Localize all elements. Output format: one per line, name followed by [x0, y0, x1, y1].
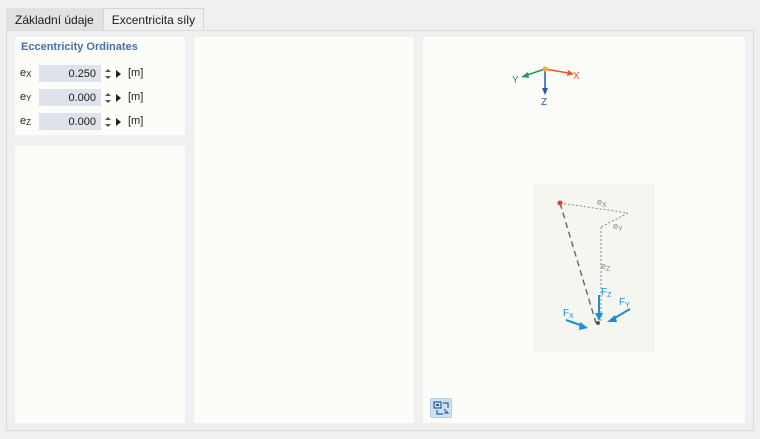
- ez-unit: [m]: [128, 115, 144, 127]
- axis-gizmo: X Y Z: [512, 66, 580, 108]
- ez-menu-arrow-icon[interactable]: [116, 118, 121, 126]
- force-point: [557, 200, 563, 206]
- ez-input[interactable]: 0.000: [39, 113, 101, 130]
- preview-panel: X Y Z eX eY eZ FZ FY FX: [423, 37, 745, 423]
- ey-row: eY 0.000 [m]: [15, 88, 183, 108]
- tab-bar: Základní údaje Excentricita síly: [6, 8, 205, 30]
- middle-panel: [194, 37, 414, 423]
- eccentricity-title: Eccentricity Ordinates: [21, 41, 138, 53]
- view-options-icon: [433, 401, 450, 415]
- ez-spinner[interactable]: [104, 114, 112, 130]
- spin-down-icon[interactable]: [105, 76, 111, 79]
- ey-spinner[interactable]: [104, 90, 112, 106]
- preview-backdrop: [533, 184, 655, 352]
- reference-point: [596, 321, 600, 325]
- axis-y-label: Y: [512, 75, 519, 86]
- tab-basic-data[interactable]: Základní údaje: [6, 8, 103, 30]
- ex-spinner[interactable]: [104, 66, 112, 82]
- axis-z-label: Z: [541, 97, 547, 108]
- ez-label: eZ: [20, 115, 32, 127]
- preview-canvas: X Y Z eX eY eZ FZ FY FX: [512, 66, 655, 352]
- spin-down-icon[interactable]: [105, 100, 111, 103]
- left-empty-panel: [15, 146, 185, 423]
- ex-unit: [m]: [128, 67, 144, 79]
- ex-label: eX: [20, 67, 32, 79]
- tab-content: Eccentricity Ordinates eX 0.250 [m] eY 0…: [6, 30, 754, 431]
- ey-input[interactable]: 0.000: [39, 89, 101, 106]
- spin-up-icon[interactable]: [105, 117, 111, 120]
- ex-menu-arrow-icon[interactable]: [116, 70, 121, 78]
- tab-force-eccentricity[interactable]: Excentricita síly: [102, 8, 205, 30]
- spin-up-icon[interactable]: [105, 69, 111, 72]
- eccentricity-panel: Eccentricity Ordinates eX 0.250 [m] eY 0…: [15, 37, 185, 135]
- ey-label: eY: [20, 91, 32, 103]
- ey-menu-arrow-icon[interactable]: [116, 94, 121, 102]
- ey-unit: [m]: [128, 91, 144, 103]
- ex-input[interactable]: 0.250: [39, 65, 101, 82]
- spin-up-icon[interactable]: [105, 93, 111, 96]
- axis-x-label: X: [573, 71, 580, 82]
- ez-row: eZ 0.000 [m]: [15, 112, 183, 132]
- view-options-button[interactable]: [430, 398, 452, 418]
- spin-down-icon[interactable]: [105, 124, 111, 127]
- ex-row: eX 0.250 [m]: [15, 64, 183, 84]
